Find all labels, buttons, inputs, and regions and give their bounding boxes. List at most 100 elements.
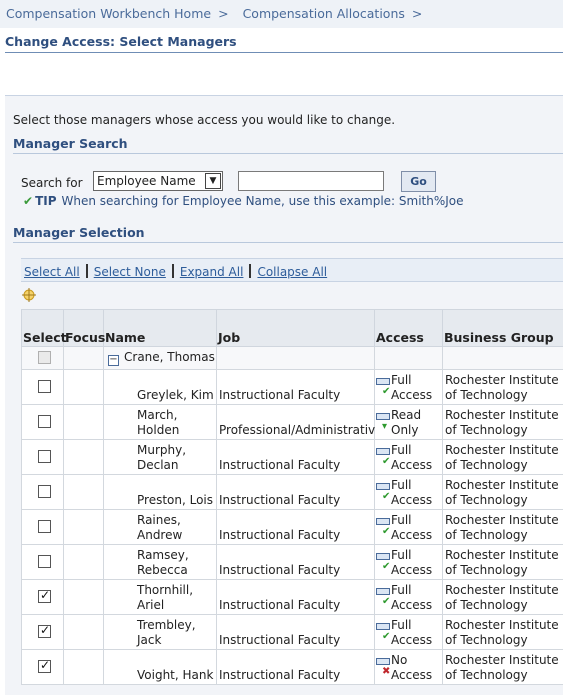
access-line: Full: [391, 618, 412, 632]
focus-cell: [63, 346, 104, 370]
job-cell: Instructional Faculty: [216, 544, 375, 580]
breadcrumb-link-workbench-home[interactable]: Compensation Workbench Home: [6, 6, 211, 21]
select-checkbox[interactable]: [38, 555, 51, 568]
table-row: March, Holden Professional/Administrative ▾…: [21, 404, 563, 440]
focus-target-icon[interactable]: [22, 288, 36, 302]
search-type-value: Employee Name: [97, 174, 196, 188]
table-row: Preston, Lois Instructional Faculty ✔ Full A…: [21, 474, 563, 510]
page-title: Change Access: Select Managers: [5, 34, 563, 53]
focus-cell[interactable]: [63, 439, 104, 475]
table-row: Raines, Andrew Instructional Faculty ✔ Full A…: [21, 509, 563, 545]
business-group-line: of Technology: [445, 598, 528, 612]
focus-cell[interactable]: [63, 474, 104, 510]
access-line: No: [391, 653, 408, 667]
access-status-icon[interactable]: ✖: [376, 656, 391, 677]
business-group-line: of Technology: [445, 563, 528, 577]
select-checkbox[interactable]: [38, 588, 51, 603]
job-cell: Instructional Faculty: [216, 439, 375, 475]
access-mark: ✔: [382, 526, 391, 537]
focus-cell[interactable]: [63, 649, 104, 685]
breadcrumb-link-compensation-allocations[interactable]: Compensation Allocations: [243, 6, 405, 21]
search-input[interactable]: [238, 171, 384, 191]
column-header-business-group: Business Group: [442, 309, 563, 347]
select-checkbox[interactable]: [38, 623, 51, 638]
column-header-name: Name: [103, 309, 217, 347]
access-status-icon[interactable]: ✔: [376, 446, 391, 467]
business-group-line: of Technology: [445, 633, 528, 647]
select-none-link[interactable]: Select None: [94, 265, 166, 279]
access-mark: ✔: [382, 386, 391, 397]
access-status-icon[interactable]: ✔: [376, 621, 391, 642]
select-checkbox[interactable]: [38, 520, 51, 533]
access-line: Full: [391, 548, 412, 562]
name-cell: Greylek, Kim: [103, 369, 217, 405]
tip-text: When searching for Employee Name, use th…: [61, 194, 464, 208]
select-all-link[interactable]: Select All: [24, 265, 80, 279]
job-cell: Instructional Faculty: [216, 614, 375, 650]
business-group-cell: Rochester Institute of Technology: [442, 474, 563, 510]
access-status-icon[interactable]: ✔: [376, 516, 391, 537]
select-checkbox[interactable]: [38, 450, 51, 463]
access-status-icon[interactable]: ✔: [376, 481, 391, 502]
access-line: Full: [391, 583, 412, 597]
focus-cell[interactable]: [63, 509, 104, 545]
employee-name-line: Holden: [137, 423, 180, 437]
tip-label: TIP: [35, 194, 57, 208]
select-checkbox[interactable]: [38, 415, 51, 428]
access-status-icon[interactable]: ✔: [376, 551, 391, 572]
focus-cell[interactable]: [63, 614, 104, 650]
column-header-focus: Focus: [63, 309, 105, 347]
select-checkbox[interactable]: [38, 485, 51, 498]
focus-cell[interactable]: [63, 404, 104, 440]
employee-name-line: Thornhill,: [137, 583, 194, 597]
access-cell: ✔ Full Access: [374, 544, 443, 580]
table-row: Murphy, Declan Instructional Faculty ✔ Full A…: [21, 439, 563, 475]
search-type-select[interactable]: Employee Name ▼: [93, 171, 223, 191]
access-mark: ✔: [382, 456, 391, 467]
employee-name-line: Preston, Lois: [137, 493, 214, 507]
access-line: Access: [391, 563, 433, 577]
access-status-icon[interactable]: ✔: [376, 586, 391, 607]
business-group-line: Rochester Institute: [445, 583, 559, 597]
breadcrumb-separator: >: [218, 6, 229, 21]
name-cell: Voight, Hank: [103, 649, 217, 685]
access-line: Access: [391, 458, 433, 472]
name-cell: Ramsey, Rebecca: [103, 544, 217, 580]
access-status-icon[interactable]: ✔: [376, 376, 391, 397]
access-line: Only: [391, 423, 419, 437]
collapse-all-link[interactable]: Collapse All: [257, 265, 327, 279]
focus-cell[interactable]: [63, 544, 104, 580]
name-cell: March, Holden: [103, 404, 217, 440]
collapse-icon[interactable]: −: [108, 354, 119, 366]
select-checkbox[interactable]: [38, 380, 51, 393]
chevron-down-icon[interactable]: ▼: [205, 173, 221, 189]
job-cell: Instructional Faculty: [216, 369, 375, 405]
expand-all-link[interactable]: Expand All: [180, 265, 244, 279]
employee-name-line: Raines,: [137, 513, 181, 527]
access-mark: ✔: [382, 491, 391, 502]
table-row: Ramsey, Rebecca Instructional Faculty ✔ Full…: [21, 544, 563, 580]
employee-name-line: Voight, Hank: [137, 668, 214, 682]
job-cell: [216, 346, 375, 370]
access-line: Full: [391, 478, 412, 492]
focus-cell[interactable]: [63, 369, 104, 405]
business-group-line: of Technology: [445, 458, 528, 472]
access-line: Access: [391, 388, 433, 402]
access-cell: [374, 346, 443, 370]
employee-name-line: Ramsey,: [137, 548, 189, 562]
business-group-line: Rochester Institute: [445, 443, 559, 457]
business-group-line: of Technology: [445, 668, 528, 682]
table-header-row: Select Focus Name Job Access Business Gr…: [21, 309, 563, 347]
content-region: Select those managers whose access you w…: [5, 95, 563, 695]
divider: [85, 264, 88, 278]
manager-search-header: Manager Search: [13, 136, 563, 154]
select-cell: [21, 614, 64, 650]
job-cell: Instructional Faculty: [216, 649, 375, 685]
go-button[interactable]: Go: [401, 171, 436, 192]
tip: ✔ TIP When searching for Employee Name, us…: [23, 194, 464, 208]
access-status-icon[interactable]: ▾: [376, 411, 391, 432]
select-checkbox[interactable]: [38, 658, 51, 673]
select-cell: [21, 369, 64, 405]
focus-cell[interactable]: [63, 579, 104, 615]
access-cell: ✔ Full Access: [374, 614, 443, 650]
